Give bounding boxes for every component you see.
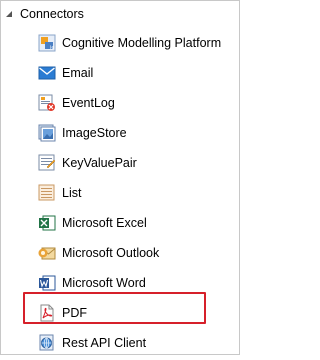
list-item-microsoft-outlook[interactable]: Microsoft Outlook [38, 240, 240, 266]
list-item-imagestore[interactable]: ImageStore [38, 120, 240, 146]
list-item-eventlog[interactable]: EventLog [38, 90, 240, 116]
connectors-header[interactable]: Connectors [4, 4, 84, 24]
pdf-highlight-box [23, 292, 206, 324]
list-item-microsoft-excel[interactable]: Microsoft Excel [38, 210, 240, 236]
item-label: Microsoft Word [62, 276, 146, 290]
item-label: Microsoft Outlook [62, 246, 160, 260]
item-label: List [62, 186, 82, 200]
item-label: ImageStore [62, 126, 127, 140]
item-label: Microsoft Excel [62, 216, 147, 230]
outlook-icon [38, 244, 56, 262]
word-icon [38, 274, 56, 292]
item-label: KeyValuePair [62, 156, 137, 170]
collapse-arrow-icon[interactable] [4, 9, 14, 19]
connectors-label: Connectors [20, 7, 84, 21]
list-item-list[interactable]: List [38, 180, 240, 206]
cognitive-modelling-icon: ie [38, 34, 56, 52]
excel-icon [38, 214, 56, 232]
item-label: Email [62, 66, 94, 80]
list-item-keyvaluepair[interactable]: KeyValuePair [38, 150, 240, 176]
keyvaluepair-icon [38, 154, 56, 172]
eventlog-icon [38, 94, 56, 112]
list-icon [38, 184, 56, 202]
list-item-email[interactable]: Email [38, 60, 240, 86]
item-label: EventLog [62, 96, 115, 110]
svg-text:ie: ie [50, 45, 54, 51]
imagestore-icon [38, 124, 56, 142]
email-icon [38, 64, 56, 82]
list-item-rest-api-client[interactable]: Rest API Client [38, 330, 240, 356]
item-label: Cognitive Modelling Platform [62, 36, 222, 50]
rest-api-icon [38, 334, 56, 352]
item-label: Rest API Client [62, 336, 147, 350]
list-item-cognitive-modelling-platform[interactable]: ie Cognitive Modelling Platform [38, 30, 240, 56]
